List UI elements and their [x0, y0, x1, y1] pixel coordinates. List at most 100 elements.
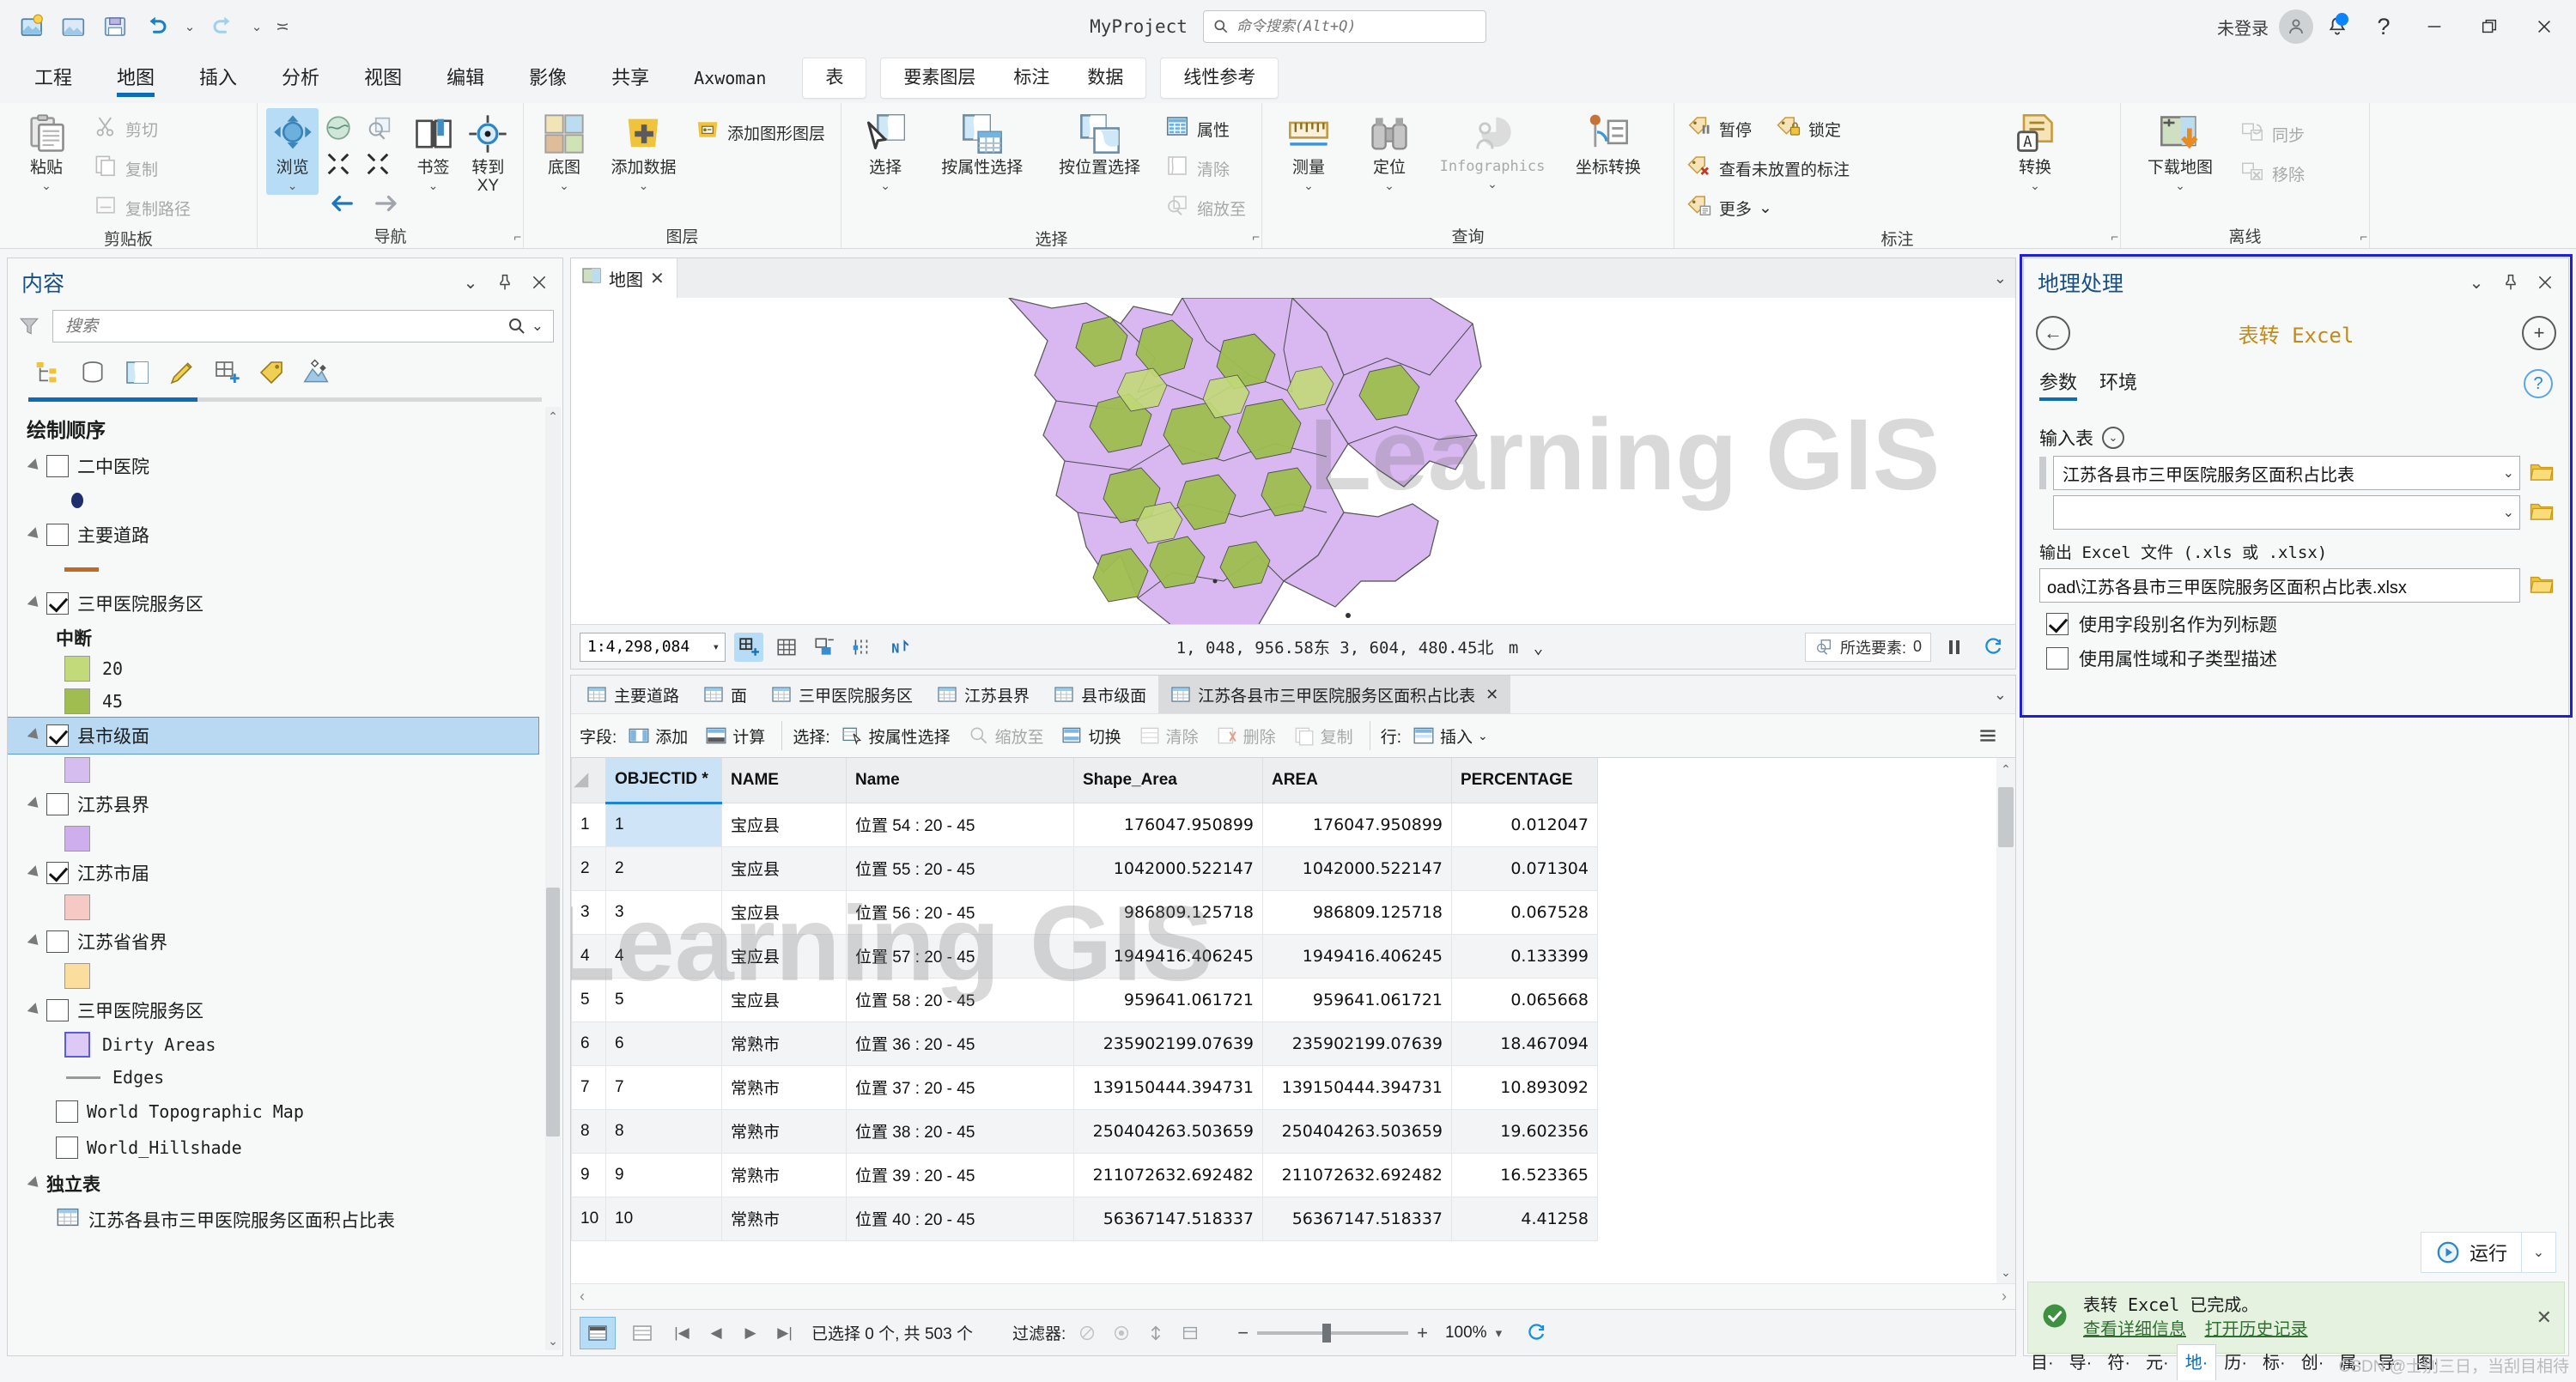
- cell-percentage[interactable]: 0.067528: [1451, 889, 1598, 935]
- sync-button[interactable]: 同步: [2236, 115, 2312, 153]
- zoom-in-button[interactable]: +: [1417, 1322, 1428, 1344]
- more-labeling-caret-icon[interactable]: ⌄: [1759, 198, 1772, 218]
- cell-name-upper[interactable]: 常熟市: [721, 1021, 847, 1066]
- cell-area[interactable]: 56367147.518337: [1262, 1196, 1452, 1241]
- toc-layer-county-city-polygon[interactable]: 县市级面: [8, 717, 539, 755]
- table-tab-main-roads[interactable]: 主要道路: [574, 676, 691, 713]
- table-row[interactable]: 1 1 宝应县 位置 54 : 20 - 45 176047.950899 17…: [571, 802, 1598, 847]
- selection-chip-icon[interactable]: [810, 633, 839, 662]
- contents-scrollbar-thumb[interactable]: [546, 888, 560, 1137]
- cell-percentage[interactable]: 0.133399: [1451, 933, 1598, 979]
- cell-shape-area[interactable]: 1042000.522147: [1073, 846, 1263, 891]
- toc-layer-world-topographic-map[interactable]: World Topographic Map: [8, 1094, 562, 1130]
- save-project-icon[interactable]: [96, 8, 134, 45]
- column-header-shape-area[interactable]: Shape_Area: [1073, 758, 1263, 803]
- cell-percentage[interactable]: 0.065668: [1451, 977, 1598, 1022]
- restore-button[interactable]: [2463, 0, 2516, 53]
- attribute-grid[interactable]: OBJECTID * NAME Name Shape_Area AREA PER…: [571, 758, 2015, 1283]
- expand-arrow-icon[interactable]: [27, 458, 43, 474]
- table-tab-jiangsu-county-boundary[interactable]: 江苏县界: [925, 676, 1042, 713]
- pause-drawing-icon[interactable]: [1940, 633, 1969, 662]
- table-row[interactable]: 6 6 常熟市 位置 36 : 20 - 45 235902199.07639 …: [571, 1021, 1598, 1066]
- ribbon-tab-analysis[interactable]: 分析: [259, 56, 342, 100]
- map-tab[interactable]: 地图 ✕: [571, 258, 677, 298]
- remove-offline-button[interactable]: 移除: [2236, 155, 2312, 192]
- input-table-combo[interactable]: 江苏各县市三甲医院服务区面积占比表 ⌄: [2053, 456, 2520, 490]
- cell-name[interactable]: 位置 36 : 20 - 45: [846, 1021, 1074, 1066]
- next-record-button[interactable]: ▶: [738, 1318, 763, 1348]
- cell-percentage[interactable]: 0.012047: [1451, 802, 1598, 847]
- table-options-menu-button[interactable]: [1969, 722, 2007, 749]
- next-extent-icon[interactable]: [368, 185, 404, 221]
- cell-objectid[interactable]: 8: [605, 1108, 722, 1154]
- cell-percentage[interactable]: 16.523365: [1451, 1152, 1598, 1197]
- cell-name[interactable]: 位置 39 : 20 - 45: [846, 1152, 1074, 1197]
- locate-button[interactable]: 定位 ⌄: [1352, 108, 1427, 195]
- locate-caret-icon[interactable]: ⌄: [1384, 179, 1394, 191]
- switch-selection-button[interactable]: 切换: [1055, 722, 1127, 750]
- grid-scroll-left-arrow-icon[interactable]: ‹: [580, 1288, 585, 1306]
- redo-icon[interactable]: [204, 8, 242, 45]
- expand-arrow-icon[interactable]: [27, 865, 43, 881]
- ribbon-tab-feature-layer[interactable]: 要素图层: [884, 59, 994, 97]
- refresh-map-icon[interactable]: [1978, 633, 2007, 662]
- fixed-zoom-in-icon[interactable]: [361, 110, 398, 146]
- avatar[interactable]: [2279, 9, 2313, 44]
- toc-layer-hospital2[interactable]: 二中医院: [8, 448, 562, 484]
- measure-button[interactable]: 测量 ⌄: [1271, 108, 1346, 195]
- download-map-button[interactable]: 下载地图 ⌄: [2129, 108, 2231, 195]
- cell-area[interactable]: 250404263.503659: [1262, 1108, 1452, 1154]
- add-field-button[interactable]: 添加: [622, 722, 694, 750]
- convert-labels-caret-icon[interactable]: ⌄: [2030, 179, 2040, 191]
- cell-area[interactable]: 986809.125718: [1262, 889, 1452, 935]
- cell-shape-area[interactable]: 235902199.07639: [1073, 1021, 1263, 1066]
- input-table-caret-icon[interactable]: ⌄: [2503, 464, 2514, 482]
- table-row[interactable]: 7 7 常熟市 位置 37 : 20 - 45 139150444.394731…: [571, 1064, 1598, 1110]
- dock-tab-catalog[interactable]: 目·: [2023, 1345, 2062, 1380]
- delete-selection-button[interactable]: 删除: [1210, 722, 1282, 750]
- cell-objectid[interactable]: 10: [605, 1196, 722, 1241]
- geoprocessing-menu-icon[interactable]: ⌄: [2462, 268, 2491, 297]
- attribute-grid-scroll-thumb[interactable]: [1998, 787, 2014, 847]
- layer-visibility-checkbox[interactable]: [46, 592, 69, 615]
- toc-layer-world-hillshade[interactable]: World_Hillshade: [8, 1130, 562, 1166]
- cell-shape-area[interactable]: 250404263.503659: [1073, 1108, 1263, 1154]
- scroll-up-arrow-icon[interactable]: ⌃: [545, 407, 561, 426]
- zoom-slider[interactable]: [1257, 1323, 1409, 1343]
- filter-selected-icon[interactable]: [1109, 1318, 1134, 1348]
- minimize-button[interactable]: [2408, 0, 2461, 53]
- cell-name[interactable]: 位置 40 : 20 - 45: [846, 1196, 1074, 1241]
- cell-name[interactable]: 位置 37 : 20 - 45: [846, 1064, 1074, 1110]
- copy-path-button[interactable]: 复制路径: [89, 189, 197, 227]
- contents-scrollbar[interactable]: ⌃ ⌄: [545, 407, 561, 1350]
- add-data-button[interactable]: 添加数据 ⌄: [601, 108, 686, 195]
- filter-none-icon[interactable]: [1074, 1318, 1100, 1348]
- contents-pin-icon[interactable]: [490, 268, 519, 297]
- list-by-drawing-order-icon[interactable]: [30, 355, 66, 391]
- cell-name-upper[interactable]: 常熟市: [721, 1108, 847, 1154]
- toast-open-history-link[interactable]: 打开历史记录: [2205, 1320, 2308, 1339]
- select-button[interactable]: 选择 ⌄: [850, 108, 920, 195]
- clear-selection-table-button[interactable]: 清除: [1133, 722, 1205, 750]
- ribbon-tab-map[interactable]: 地图: [94, 56, 177, 100]
- ribbon-tab-axwoman[interactable]: Axwoman: [671, 56, 788, 100]
- contents-search-box[interactable]: ⌄: [52, 310, 554, 342]
- list-by-data-source-icon[interactable]: [75, 355, 111, 391]
- basemap-caret-icon[interactable]: ⌄: [559, 179, 569, 191]
- column-header-percentage[interactable]: PERCENTAGE: [1451, 758, 1598, 803]
- column-header-name[interactable]: Name: [846, 758, 1074, 803]
- use-domain-subtype-checkbox[interactable]: [2046, 647, 2069, 670]
- layer-visibility-checkbox[interactable]: [46, 455, 69, 477]
- copy-selection-button[interactable]: 复制: [1287, 722, 1359, 750]
- filter-extent-icon[interactable]: [1143, 1318, 1169, 1348]
- ribbon-tab-labeling[interactable]: 标注: [994, 59, 1068, 97]
- table-row[interactable]: 3 3 宝应县 位置 56 : 20 - 45 986809.125718 98…: [571, 889, 1598, 935]
- cell-percentage[interactable]: 19.602356: [1451, 1108, 1598, 1154]
- command-search[interactable]: [1202, 10, 1486, 43]
- cell-name-upper[interactable]: 宝应县: [721, 977, 847, 1022]
- list-by-editing-icon[interactable]: [164, 355, 200, 391]
- table-row[interactable]: 9 9 常熟市 位置 39 : 20 - 45 211072632.692482…: [571, 1152, 1598, 1197]
- cell-shape-area[interactable]: 139150444.394731: [1073, 1064, 1263, 1110]
- table-row[interactable]: 10 10 常熟市 位置 40 : 20 - 45 56367147.51833…: [571, 1196, 1598, 1241]
- cell-percentage[interactable]: 10.893092: [1451, 1064, 1598, 1110]
